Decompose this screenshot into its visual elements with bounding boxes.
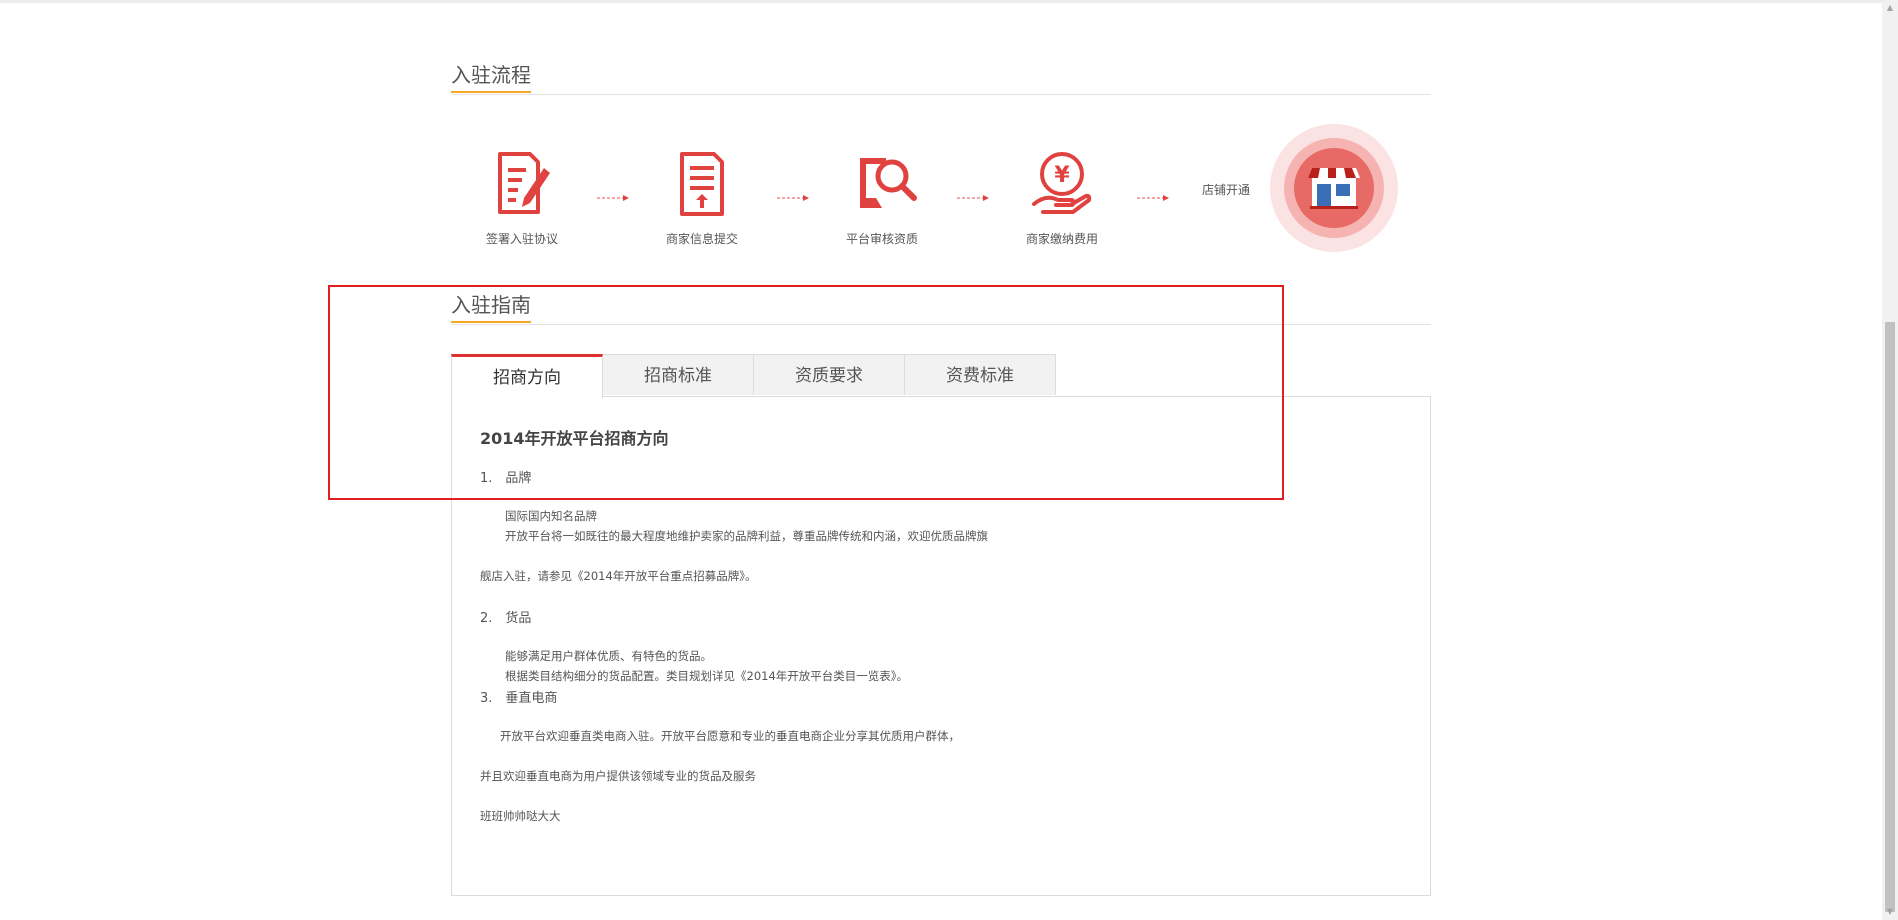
list-item-heading: 2. 货品	[480, 611, 532, 626]
tab-investment-direction[interactable]: 招商方向	[451, 354, 603, 398]
process-section-title: 入驻流程	[451, 60, 531, 93]
yuan-payment-icon: ¥	[1022, 146, 1102, 226]
process-step-pay: ¥ 商家缴纳费用	[992, 146, 1132, 247]
scrollbar-thumb[interactable]	[1885, 322, 1895, 912]
list-item-text: 开放平台将一如既往的最大程度地维护卖家的品牌利益，尊重品牌传统和内涵，欢迎优质品…	[505, 529, 988, 543]
guide-section-header: 入驻指南	[451, 290, 1431, 325]
list-item-text: 开放平台欢迎垂直类电商入驻。开放平台愿意和专业的垂直电商企业分享其优质用户群体，	[500, 729, 960, 743]
process-step-submit: 商家信息提交	[632, 146, 772, 247]
process-step-label: 平台审核资质	[845, 232, 918, 246]
list-item-text: 并且欢迎垂直电商为用户提供该领域专业的货品及服务	[480, 769, 756, 783]
vertical-scrollbar[interactable]: ▲ ▼	[1882, 0, 1898, 920]
list-item-text: 能够满足用户群体优质、有特色的货品。	[505, 649, 712, 663]
process-arrow	[957, 186, 991, 201]
scroll-up-arrow-icon[interactable]: ▲	[1882, 0, 1898, 16]
process-step-review: 平台审核资质	[812, 146, 952, 247]
process-arrow	[777, 186, 811, 201]
process-step-label: 签署入驻协议	[485, 232, 558, 246]
svg-text:¥: ¥	[1054, 163, 1070, 188]
shop-store-icon	[1270, 124, 1398, 252]
list-item-text: 国际国内知名品牌	[505, 509, 597, 523]
shop-open-label: 店铺开通	[1202, 183, 1251, 197]
top-border	[0, 0, 1882, 3]
process-step-label: 商家信息提交	[665, 232, 738, 246]
tab-qualification-requirements[interactable]: 资质要求	[753, 354, 905, 395]
process-step-sign: 签署入驻协议	[452, 146, 592, 247]
process-arrow	[597, 186, 631, 201]
tab-fee-standard[interactable]: 资费标准	[904, 354, 1056, 395]
upload-document-icon	[662, 146, 742, 226]
content-heading: 2014年开放平台招商方向	[480, 429, 669, 448]
process-arrow	[1137, 186, 1171, 201]
review-search-icon	[842, 146, 922, 226]
list-item-heading: 1. 品牌	[480, 471, 532, 486]
tab-investment-standard[interactable]: 招商标准	[602, 354, 754, 395]
list-item-text: 班班帅帅哒大大	[480, 809, 561, 823]
process-section-header: 入驻流程	[451, 60, 1431, 95]
list-item-heading: 3. 垂直电商	[480, 691, 558, 706]
tab-content-panel: 2014年开放平台招商方向 1. 品牌 国际国内知名品牌 开放平台将一如既往的最…	[451, 396, 1431, 896]
list-item-text: 根据类目结构细分的货品配置。类目规划详见《2014年开放平台类目一览表》。	[505, 669, 909, 683]
sign-contract-icon	[482, 146, 562, 226]
list-item-text: 舰店入驻，请参见《2014年开放平台重点招募品牌》。	[480, 569, 757, 583]
scroll-down-arrow-icon[interactable]: ▼	[1882, 904, 1898, 920]
guide-section-title: 入驻指南	[451, 290, 531, 323]
process-step-label: 商家缴纳费用	[1025, 232, 1098, 246]
